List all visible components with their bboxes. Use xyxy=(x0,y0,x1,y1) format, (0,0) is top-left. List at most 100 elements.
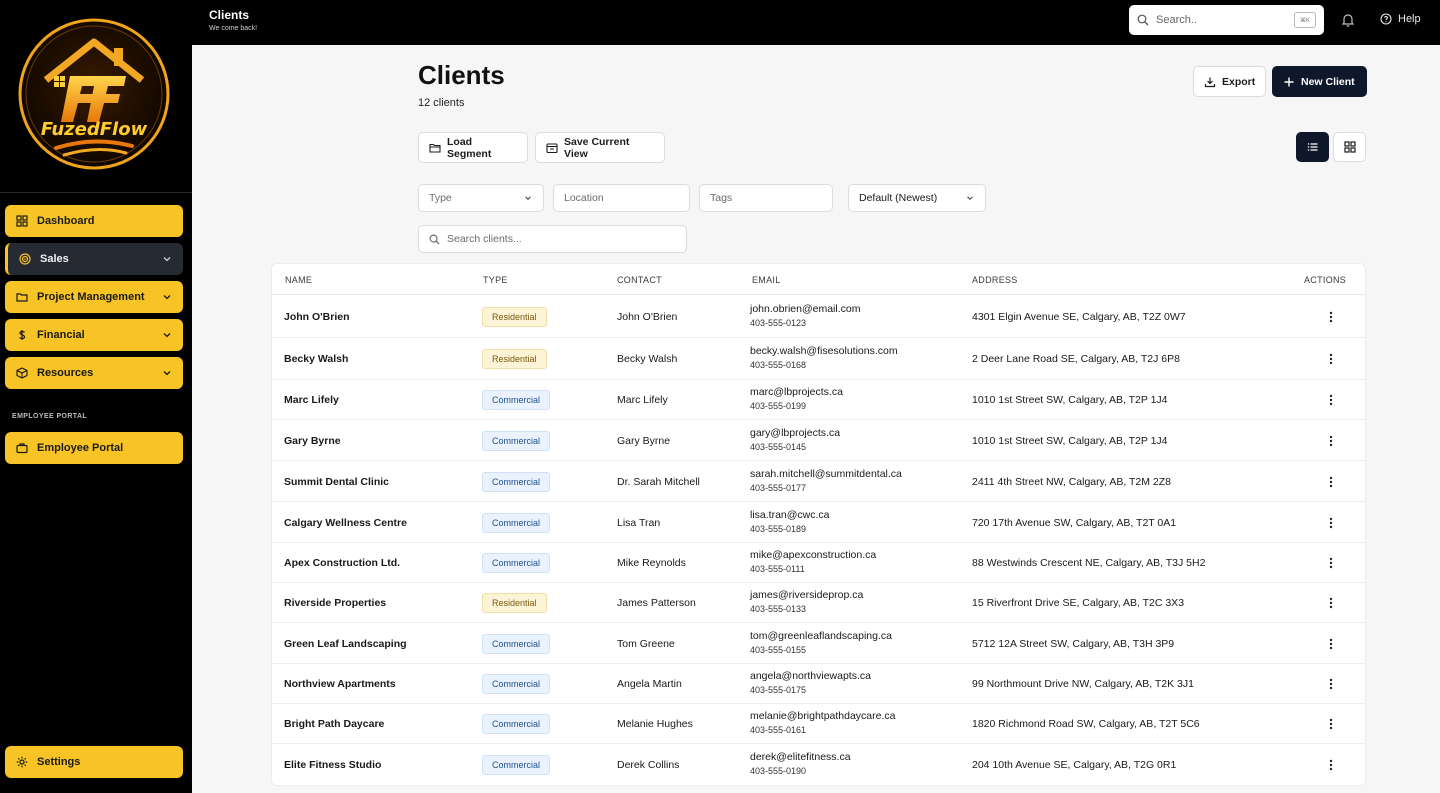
save-view-button[interactable]: Save Current View xyxy=(535,132,665,163)
client-name[interactable]: Gary Byrne xyxy=(284,435,341,447)
table-row[interactable]: Bright Path Daycare Commercial Melanie H… xyxy=(272,704,1365,744)
client-email[interactable]: becky.walsh@fisesolutions.com xyxy=(750,345,898,357)
client-email-block: james@riversideprop.ca 403-555-0133 xyxy=(750,589,863,614)
new-client-button[interactable]: New Client xyxy=(1272,66,1367,97)
more-vertical-icon[interactable] xyxy=(1324,636,1338,652)
client-email-block: lisa.tran@cwc.ca 403-555-0189 xyxy=(750,509,830,534)
table-row[interactable]: John O'Brien Residential John O'Brien jo… xyxy=(272,296,1365,338)
search-icon xyxy=(1137,14,1149,26)
global-search-input[interactable]: Search.. ⌘K xyxy=(1129,5,1324,35)
more-vertical-icon[interactable] xyxy=(1324,555,1338,571)
client-name[interactable]: Becky Walsh xyxy=(284,353,348,365)
table-row[interactable]: Apex Construction Ltd. Commercial Mike R… xyxy=(272,543,1365,583)
brand-logo[interactable]: FuzedFlow xyxy=(18,18,170,170)
client-type-badge: Commercial xyxy=(482,471,551,492)
more-vertical-icon[interactable] xyxy=(1324,595,1338,611)
client-name[interactable]: Calgary Wellness Centre xyxy=(284,517,407,529)
client-name[interactable]: Elite Fitness Studio xyxy=(284,759,381,771)
client-email[interactable]: lisa.tran@cwc.ca xyxy=(750,509,830,521)
client-type-badge: Commercial xyxy=(482,512,551,533)
sidebar-item-label: Project Management xyxy=(37,291,145,303)
client-name[interactable]: Green Leaf Landscaping xyxy=(284,638,407,650)
client-phone: 403-555-0199 xyxy=(750,401,807,411)
sidebar-item-project-management[interactable]: Project Management xyxy=(5,281,183,313)
client-contact: Dr. Sarah Mitchell xyxy=(617,475,700,488)
client-contact: Derek Collins xyxy=(617,759,680,771)
client-address: 2 Deer Lane Road SE, Calgary, AB, T2J 6P… xyxy=(972,353,1180,365)
list-view-toggle[interactable] xyxy=(1296,132,1329,162)
more-vertical-icon[interactable] xyxy=(1324,716,1338,732)
client-email[interactable]: tom@greenleaflandscaping.ca xyxy=(750,630,892,642)
client-address: 204 10th Avenue SE, Calgary, AB, T2G 0R1 xyxy=(972,759,1177,771)
client-email[interactable]: mike@apexconstruction.ca xyxy=(750,549,876,561)
client-email[interactable]: gary@lbprojects.ca xyxy=(750,427,840,439)
location-filter-input[interactable]: Location xyxy=(553,184,690,212)
column-header-name[interactable]: NAME xyxy=(285,275,312,285)
client-email-block: john.obrien@email.com 403-555-0123 xyxy=(750,303,860,328)
more-vertical-icon[interactable] xyxy=(1324,309,1338,325)
client-email[interactable]: angela@northviewapts.ca xyxy=(750,670,871,682)
sidebar-item-sales[interactable]: Sales xyxy=(5,243,183,275)
sidebar-item-financial[interactable]: Financial xyxy=(5,319,183,351)
client-contact: James Patterson xyxy=(617,597,696,609)
more-vertical-icon[interactable] xyxy=(1324,392,1338,408)
column-header-contact[interactable]: CONTACT xyxy=(617,275,662,285)
sidebar-item-employee-portal[interactable]: Employee Portal xyxy=(5,432,183,464)
table-row[interactable]: Becky Walsh Residential Becky Walsh beck… xyxy=(272,338,1365,380)
column-header-address: ADDRESS xyxy=(972,275,1018,285)
client-name[interactable]: Apex Construction Ltd. xyxy=(284,557,400,569)
table-row[interactable]: Riverside Properties Residential James P… xyxy=(272,583,1365,623)
table-row[interactable]: Calgary Wellness Centre Commercial Lisa … xyxy=(272,502,1365,543)
client-contact: Mike Reynolds xyxy=(617,557,686,569)
sidebar-item-label: Resources xyxy=(37,367,94,379)
client-name[interactable]: Summit Dental Clinic xyxy=(284,476,389,488)
client-phone: 403-555-0177 xyxy=(750,482,807,493)
sidebar-item-resources[interactable]: Resources xyxy=(5,357,183,389)
client-email[interactable]: derek@elitefitness.ca xyxy=(750,751,851,763)
table-row[interactable]: Green Leaf Landscaping Commercial Tom Gr… xyxy=(272,623,1365,664)
column-header-type[interactable]: TYPE xyxy=(483,275,508,285)
column-header-email[interactable]: EMAIL xyxy=(752,275,781,285)
client-search-input[interactable]: Search clients... xyxy=(418,225,687,253)
export-button[interactable]: Export xyxy=(1193,66,1266,97)
client-email[interactable]: sarah.mitchell@summitdental.ca xyxy=(750,468,902,480)
client-contact: Melanie Hughes xyxy=(617,718,693,730)
client-name[interactable]: Riverside Properties xyxy=(284,597,386,609)
table-row[interactable]: Northview Apartments Commercial Angela M… xyxy=(272,664,1365,704)
tags-filter-input[interactable]: Tags xyxy=(699,184,833,212)
client-search-placeholder: Search clients... xyxy=(447,233,522,245)
more-vertical-icon[interactable] xyxy=(1324,676,1338,692)
table-row[interactable]: Marc Lifely Commercial Marc Lifely marc@… xyxy=(272,380,1365,420)
more-vertical-icon[interactable] xyxy=(1324,351,1338,367)
table-row[interactable]: Elite Fitness Studio Commercial Derek Co… xyxy=(272,744,1365,785)
table-header: NAME TYPE CONTACT EMAIL ADDRESS ACTIONS xyxy=(272,264,1365,295)
target-icon xyxy=(18,252,32,266)
sort-select[interactable]: Default (Newest) xyxy=(848,184,986,212)
client-name[interactable]: Marc Lifely xyxy=(284,394,339,406)
table-row[interactable]: Gary Byrne Commercial Gary Byrne gary@lb… xyxy=(272,420,1365,461)
client-email[interactable]: john.obrien@email.com xyxy=(750,303,860,315)
tags-filter-placeholder: Tags xyxy=(710,192,733,204)
more-vertical-icon[interactable] xyxy=(1324,757,1338,773)
client-email[interactable]: james@riversideprop.ca xyxy=(750,589,863,601)
client-email[interactable]: marc@lbprojects.ca xyxy=(750,386,843,398)
sidebar-item-settings[interactable]: Settings xyxy=(5,746,183,778)
table-row[interactable]: Summit Dental Clinic Commercial Dr. Sara… xyxy=(272,461,1365,502)
grid-view-toggle[interactable] xyxy=(1333,132,1366,162)
bell-icon[interactable] xyxy=(1340,12,1356,28)
type-filter-select[interactable]: Type xyxy=(418,184,544,212)
sidebar-item-dashboard[interactable]: Dashboard xyxy=(5,205,183,237)
more-vertical-icon[interactable] xyxy=(1324,515,1338,531)
client-contact: Gary Byrne xyxy=(617,434,671,447)
type-filter-placeholder: Type xyxy=(429,192,452,204)
client-name[interactable]: John O'Brien xyxy=(284,311,350,323)
client-name[interactable]: Northview Apartments xyxy=(284,678,396,690)
client-name[interactable]: Bright Path Daycare xyxy=(284,718,384,730)
client-phone: 403-555-0133 xyxy=(750,604,807,614)
more-vertical-icon[interactable] xyxy=(1324,433,1338,449)
load-segment-button[interactable]: Load Segment xyxy=(418,132,528,163)
help-button[interactable]: Help xyxy=(1380,13,1421,25)
more-vertical-icon[interactable] xyxy=(1324,474,1338,490)
client-email[interactable]: melanie@brightpathdaycare.ca xyxy=(750,710,896,722)
help-circle-icon xyxy=(1380,13,1392,25)
